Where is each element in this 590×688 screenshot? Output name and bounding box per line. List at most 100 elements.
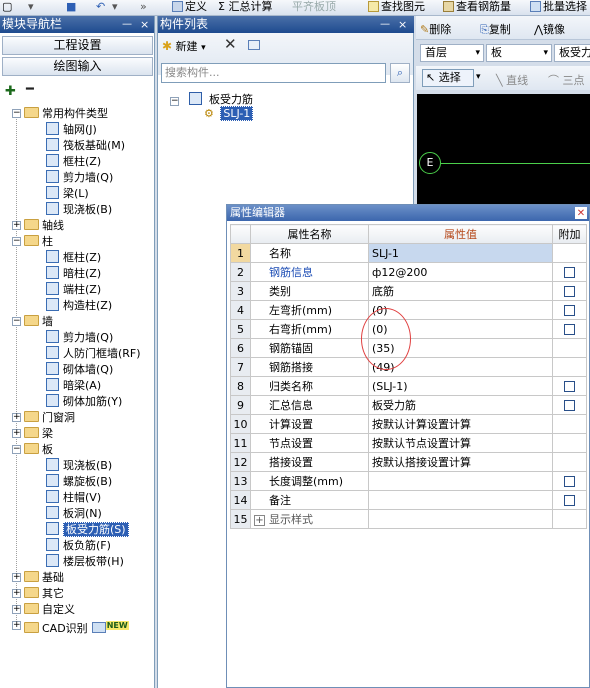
pin-icon[interactable]: ᅳ — [380, 16, 390, 33]
attach-checkbox[interactable] — [564, 400, 575, 411]
engineering-settings-button[interactable]: 工程设置 — [2, 36, 153, 55]
tree-folder-row[interactable]: − 墙 — [12, 314, 53, 330]
undo-dropdown-icon[interactable]: ▾ — [112, 1, 118, 13]
mirror-button[interactable]: ⋀镜像 — [534, 21, 565, 37]
save-icon[interactable]: ■ — [66, 1, 76, 13]
tree-folder-row[interactable]: + 梁 — [12, 426, 53, 442]
tree-item-row[interactable]: 板洞(N) — [46, 506, 102, 522]
collapse-all-icon[interactable]: ━ — [26, 82, 34, 97]
search-icon[interactable]: ⌕ — [390, 63, 410, 83]
axis-label-bubble[interactable]: E — [419, 152, 441, 174]
property-value-cell[interactable] — [368, 509, 553, 529]
property-row[interactable]: 14 备注 — [230, 490, 587, 510]
tree-item-row[interactable]: 现浇板(B) — [46, 458, 112, 474]
delete-icon[interactable]: ✕ — [224, 35, 237, 53]
property-value-cell[interactable] — [368, 490, 553, 510]
property-row[interactable]: 8 归类名称 (SLJ-1) — [230, 376, 587, 396]
expand-toggle-icon[interactable]: + — [12, 605, 21, 614]
attach-checkbox[interactable] — [564, 476, 575, 487]
three-point-arc-button[interactable]: ⌒ 三点 — [548, 72, 585, 88]
property-value-cell[interactable]: 按默认搭接设置计算 — [368, 452, 553, 472]
property-value-cell[interactable]: 板受力筋 — [368, 395, 553, 415]
category-select[interactable]: 板 ▾ — [486, 44, 552, 62]
tree-item-row[interactable]: 现浇板(B) — [46, 202, 112, 218]
expand-toggle-icon[interactable]: + — [12, 413, 21, 422]
tree-item-row[interactable]: 剪力墙(Q) — [46, 330, 113, 346]
collapse-toggle-icon[interactable]: − — [170, 97, 179, 106]
copy-button[interactable]: ⎘复制 — [480, 21, 511, 37]
property-editor-titlebar[interactable]: 属性编辑器 ✕ — [227, 205, 589, 221]
property-row[interactable]: 2 钢筋信息 ф12@200 — [230, 262, 587, 282]
expand-toggle-icon[interactable]: + — [254, 514, 265, 526]
collapse-toggle-icon[interactable]: − — [12, 109, 21, 118]
tree-item-row[interactable]: 梁(L) — [46, 186, 89, 202]
property-value-cell[interactable] — [368, 471, 553, 491]
attach-checkbox[interactable] — [564, 324, 575, 335]
expand-toggle-icon[interactable]: + — [12, 589, 21, 598]
undo-icon[interactable]: ↶ — [96, 1, 105, 13]
collapse-toggle-icon[interactable]: − — [12, 317, 21, 326]
property-value-cell[interactable]: 按默认节点设置计算 — [368, 433, 553, 453]
type-select[interactable]: 板受力 — [554, 44, 590, 62]
property-row[interactable]: 11 节点设置 按默认节点设置计算 — [230, 433, 587, 453]
tree-item-row[interactable]: 板受力筋(S) — [46, 522, 129, 538]
overflow-icon[interactable]: » — [140, 1, 147, 13]
batch-select-button[interactable]: 批量选择 — [530, 1, 587, 13]
tree-item-row[interactable]: 砌体墙(Q) — [46, 362, 113, 378]
tree-folder-row[interactable]: + 自定义 — [12, 602, 75, 618]
close-icon[interactable]: × — [398, 16, 407, 33]
tree-item-row[interactable]: 螺旋板(B) — [46, 474, 112, 490]
search-input[interactable]: 搜索构件... — [161, 63, 386, 83]
tree-item-row[interactable]: 轴网(J) — [46, 122, 97, 138]
tree-item-row[interactable]: 构造柱(Z) — [46, 298, 112, 314]
property-value-cell[interactable]: (SLJ-1) — [368, 376, 553, 396]
view-rebar-button[interactable]: 查看钢筋量 — [443, 1, 511, 13]
tree-item-row[interactable]: 砌体加筋(Y) — [46, 394, 122, 410]
delete-button[interactable]: ✎删除 — [420, 21, 451, 37]
property-row[interactable]: 4 左弯折(mm) (0) — [230, 300, 587, 320]
attach-checkbox[interactable] — [564, 495, 575, 506]
summary-button[interactable]: Σ 汇总计算 — [218, 1, 272, 13]
property-row[interactable]: 15 + 显示样式 — [230, 509, 587, 529]
expand-toggle-icon[interactable]: + — [12, 429, 21, 438]
collapse-toggle-icon[interactable]: − — [12, 237, 21, 246]
tree-item-row[interactable]: 暗柱(Z) — [46, 266, 101, 282]
tree-root-row[interactable]: − 板受力筋 — [170, 91, 253, 107]
tree-item-row[interactable]: 板负筋(F) — [46, 538, 111, 554]
property-row[interactable]: 3 类别 底筋 — [230, 281, 587, 301]
property-row[interactable]: 13 长度调整(mm) — [230, 471, 587, 491]
tree-folder-row[interactable]: + 基础 — [12, 570, 64, 586]
line-button[interactable]: ╲ 直线 — [496, 72, 528, 88]
tree-item-row[interactable]: 楼层板带(H) — [46, 554, 124, 570]
tree-item-row[interactable]: 框柱(Z) — [46, 154, 101, 170]
tree-item-row[interactable]: 端柱(Z) — [46, 282, 101, 298]
select-button[interactable]: ↖ 选择 — [422, 69, 474, 87]
property-value-cell[interactable]: SLJ-1 — [368, 243, 553, 263]
close-icon[interactable]: × — [140, 16, 149, 33]
tree-item-row[interactable]: 剪力墙(Q) — [46, 170, 113, 186]
tree-folder-row[interactable]: + 门窗洞 — [12, 410, 75, 426]
tree-folder-row[interactable]: − 常用构件类型 — [12, 106, 108, 122]
new-component-button[interactable]: ✱ 新建 ▾ — [162, 38, 206, 54]
tree-folder-row[interactable]: + 轴线 — [12, 218, 64, 234]
property-row[interactable]: 1 名称 SLJ-1 — [230, 243, 587, 263]
property-value-cell[interactable]: ф12@200 — [368, 262, 553, 282]
chevron-down-icon[interactable]: ▾ — [476, 72, 481, 82]
expand-toggle-icon[interactable]: + — [12, 221, 21, 230]
tree-item-row[interactable]: 柱帽(V) — [46, 490, 101, 506]
attach-checkbox[interactable] — [564, 381, 575, 392]
property-value-cell[interactable]: 底筋 — [368, 281, 553, 301]
level-slab-button[interactable]: 平齐板顶 — [292, 1, 336, 13]
tree-item-row[interactable]: 框柱(Z) — [46, 250, 101, 266]
find-element-button[interactable]: 查找图元 — [368, 1, 425, 13]
attach-checkbox[interactable] — [564, 305, 575, 316]
property-row[interactable]: 12 搭接设置 按默认搭接设置计算 — [230, 452, 587, 472]
new-file-icon[interactable]: ▢ — [2, 1, 12, 13]
tree-folder-row[interactable]: − 板 — [12, 442, 53, 458]
copy-icon[interactable] — [248, 40, 260, 50]
tree-item-row[interactable]: 人防门框墙(RF) — [46, 346, 141, 362]
drawing-input-button[interactable]: 绘图输入 — [2, 57, 153, 76]
define-button[interactable]: 定义 — [172, 1, 207, 13]
floor-select[interactable]: 首层 ▾ — [420, 44, 484, 62]
expand-toggle-icon[interactable]: + — [12, 621, 21, 630]
